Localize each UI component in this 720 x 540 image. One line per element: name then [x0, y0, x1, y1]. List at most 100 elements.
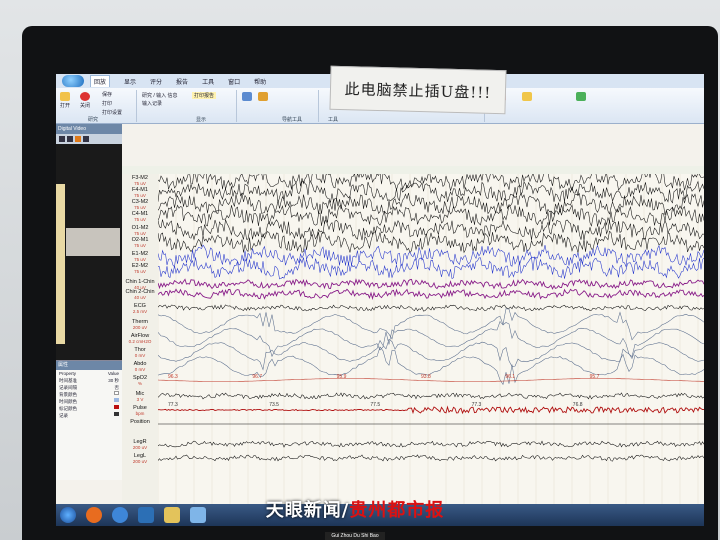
channel-label[interactable]: LegR 200 uV: [122, 439, 158, 450]
channel-scale: 75 uV: [134, 231, 146, 236]
spo2-value-label: 93.8: [421, 374, 431, 380]
color-swatch[interactable]: [114, 391, 119, 395]
property-row[interactable]: 时间基准 30 秒: [56, 377, 122, 384]
channel-label[interactable]: Chin 2-Chin 40 uV: [122, 289, 158, 300]
toolbar-icon-d[interactable]: [522, 92, 532, 101]
media-icon[interactable]: [138, 507, 154, 523]
property-key: 标记颜色: [59, 406, 77, 411]
group-tools: 工具: [328, 117, 339, 123]
record-input-button[interactable]: 研究 / 输入 信息: [142, 92, 178, 99]
channel-label[interactable]: Pulse bpm: [122, 405, 158, 416]
spo2-value-label: 96.7: [252, 374, 262, 380]
ie-icon[interactable]: [112, 507, 128, 523]
channel-label[interactable]: F3-M2 75 uV: [122, 175, 158, 186]
side-dock-tabs[interactable]: [56, 184, 65, 344]
color-swatch[interactable]: [114, 405, 119, 409]
properties-title: 属性: [56, 361, 122, 370]
channel-scale: 200 uV: [132, 445, 148, 450]
waveform-trace-legl: [157, 454, 704, 462]
waveform-trace-chin-1-chin: [157, 278, 704, 290]
tab-report[interactable]: 报告: [176, 77, 188, 86]
channel-scale: 2.5 mV: [132, 309, 148, 314]
channel-label[interactable]: ECG 2.5 mV: [122, 303, 158, 314]
channel-label[interactable]: AirFlow 0.2 cmH2O: [122, 333, 158, 344]
firefox-icon[interactable]: [86, 507, 102, 523]
channel-label[interactable]: O2-M1 75 uV: [122, 237, 158, 248]
toolbar-icon-e[interactable]: [576, 92, 586, 101]
step-forward-icon[interactable]: [83, 136, 89, 142]
print-report-button[interactable]: 打印报告: [192, 92, 217, 99]
channel-label[interactable]: Thor 0 mV: [122, 347, 158, 358]
rewind-icon[interactable]: [59, 136, 65, 142]
property-value: Value: [107, 371, 119, 376]
spo2-value-label: 95.9: [337, 374, 347, 380]
channel-label[interactable]: E2-M2 75 uV: [122, 263, 158, 274]
waveform-area[interactable]: 96.3 96.7 95.9 93.8 96.1 95.7 77.3 73.5 77.5 77.3…: [157, 168, 704, 504]
channel-scale: 75 uV: [134, 181, 146, 186]
property-row[interactable]: 背景颜色: [56, 391, 122, 398]
waveform-trace-f3-m2: [157, 168, 704, 192]
step-back-icon[interactable]: [67, 136, 73, 142]
property-key: 背景颜色: [59, 392, 77, 397]
waveform-trace-spo2: [157, 378, 704, 382]
channel-label[interactable]: C4-M1 75 uV: [122, 211, 158, 222]
spo2-value-label: 96.3: [168, 374, 178, 380]
channel-scale: 75 uV: [134, 193, 146, 198]
channel-label[interactable]: F4-M1 75 uV: [122, 187, 158, 198]
property-key: 记录: [59, 413, 68, 418]
property-row[interactable]: 记录间隔 否: [56, 384, 122, 391]
tab-help[interactable]: 帮助: [254, 77, 266, 86]
tab-tools[interactable]: 工具: [202, 77, 214, 86]
toolbar-icon-a[interactable]: [242, 92, 252, 101]
property-row[interactable]: 时间颜色: [56, 398, 122, 405]
channel-scale: 0 mV: [134, 367, 146, 372]
channel-label[interactable]: Position: [122, 419, 158, 425]
waveform-trace-o1-m2: [157, 219, 704, 241]
color-swatch[interactable]: [114, 412, 119, 416]
waveform-trace-ecg: [157, 304, 704, 312]
channel-label[interactable]: LegL 200 uV: [122, 453, 158, 464]
folder-icon[interactable]: [164, 507, 180, 523]
print-button[interactable]: 打印: [102, 100, 112, 107]
property-value: 30 秒: [108, 378, 119, 383]
digital-video-panel: Digital Video: [56, 124, 122, 360]
tab-display[interactable]: 显示: [124, 77, 136, 86]
property-key: 记录间隔: [59, 385, 77, 390]
watermark-brand-a: 天眼新闻: [265, 500, 342, 521]
waveform-svg: 96.3 96.7 95.9 93.8 96.1 95.7 77.3 73.5 77.5 77.3…: [157, 168, 704, 504]
print-settings-button[interactable]: 打印设置: [102, 109, 122, 116]
channel-label[interactable]: C3-M2 75 uV: [122, 199, 158, 210]
watermark-subtitle: Gui Zhou Du Shi Bao: [325, 532, 385, 540]
waveform-trace-o2-m1: [157, 230, 704, 254]
channel-label[interactable]: O1-M2 75 uV: [122, 225, 158, 236]
toolbar-icon-b[interactable]: [258, 92, 268, 101]
close-button[interactable]: 关闭: [80, 92, 90, 109]
channel-scale: 3 V: [136, 397, 144, 402]
tab-window[interactable]: 窗口: [228, 77, 240, 86]
channel-label-column: F3-M2 75 uV F4-M1 75 uV C3-M2 75 uV C4-M1 75 uV…: [122, 174, 158, 504]
color-swatch[interactable]: [114, 398, 119, 402]
channel-label[interactable]: SpO2%: [122, 375, 158, 386]
tab-playback[interactable]: 回放: [90, 75, 111, 87]
open-button[interactable]: 打开: [60, 92, 70, 109]
app-menu-orb-icon[interactable]: [62, 75, 84, 87]
channel-label[interactable]: E1-M2 75 uV: [122, 251, 158, 262]
group-navigation: 导航工具: [282, 117, 303, 123]
save-button[interactable]: 保存: [102, 91, 112, 98]
waveform-trace-chin-2-chin: [157, 288, 704, 301]
channel-label[interactable]: Mic 3 V: [122, 391, 158, 402]
start-icon[interactable]: [60, 507, 76, 523]
channel-label[interactable]: Therm 200 uV: [122, 319, 158, 330]
watermark-brand-b: 贵州都市报: [349, 500, 445, 521]
tab-scoring[interactable]: 评分: [150, 77, 162, 86]
property-row[interactable]: 记录: [56, 412, 122, 419]
app-icon[interactable]: [190, 507, 206, 523]
pause-icon[interactable]: [75, 136, 81, 142]
property-row[interactable]: 标记颜色: [56, 405, 122, 412]
waveform-trace-pulse: [158, 405, 704, 415]
channel-label[interactable]: Abdo 0 mV: [122, 361, 158, 372]
input-record-button[interactable]: 输入记录: [142, 100, 162, 107]
epoch-scoring-strip[interactable]: [122, 166, 704, 174]
waveform-trace-airflow: [157, 320, 704, 358]
property-value: 否: [114, 385, 120, 390]
